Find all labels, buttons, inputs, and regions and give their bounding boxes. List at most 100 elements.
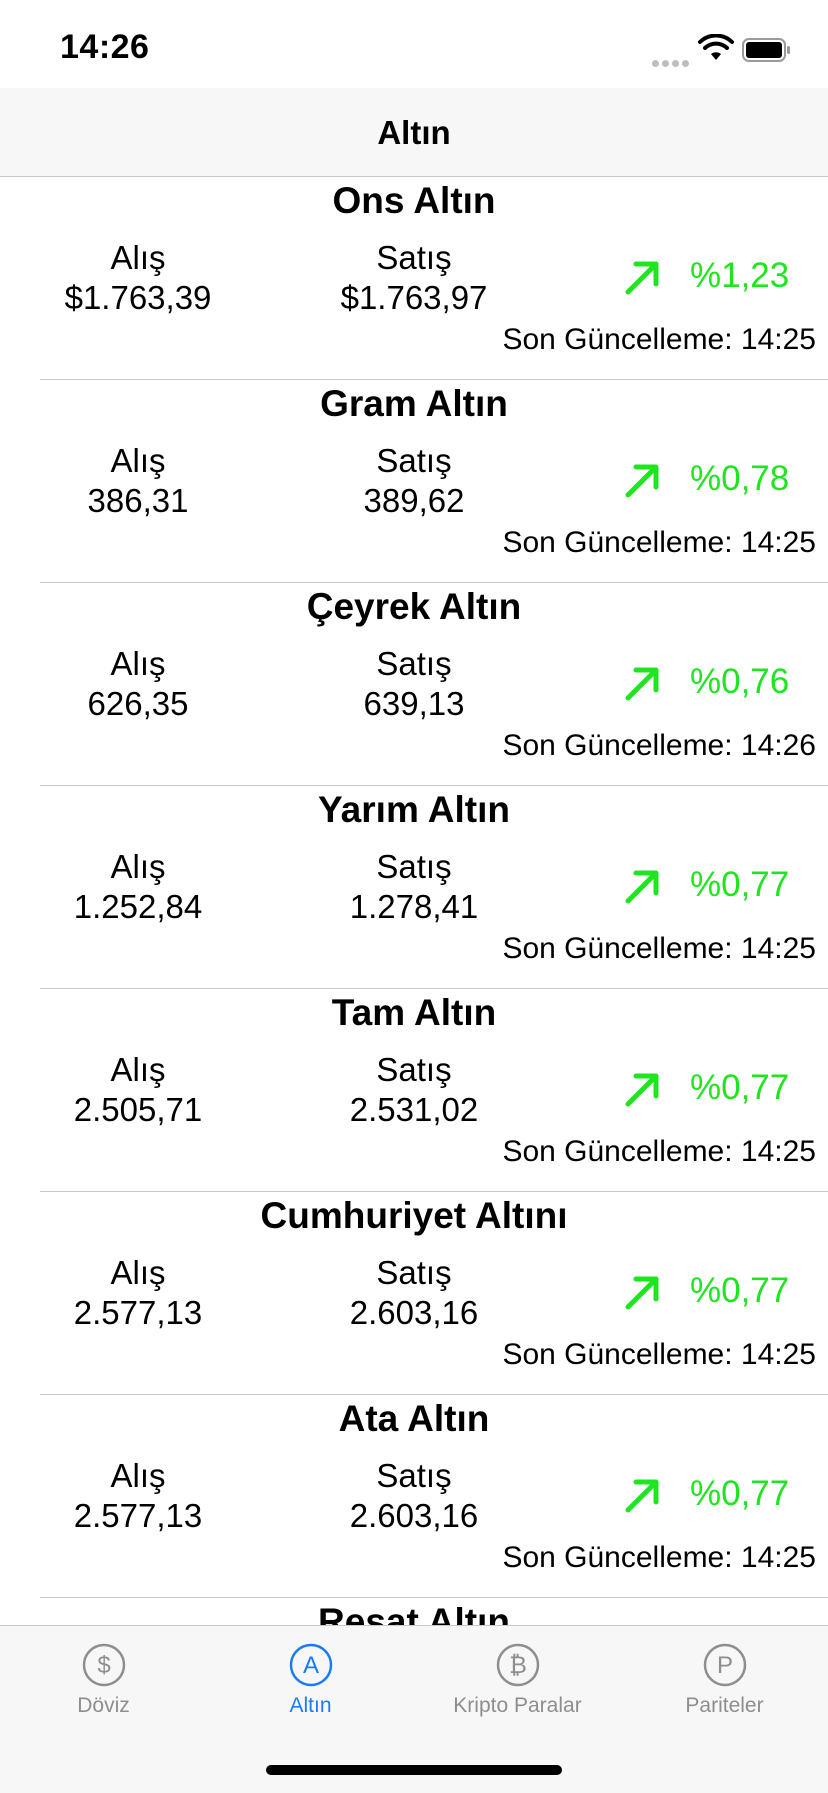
last-updated: Son Güncelleme: 14:25 (502, 932, 816, 965)
sell-value: 2.603,16 (349, 1294, 479, 1331)
battery-icon (742, 38, 790, 62)
tab-kripto-paralar[interactable]: ₿ Kripto Paralar (414, 1642, 621, 1718)
change-percent: %0,77 (690, 1068, 790, 1107)
parity-p-icon: P (703, 1643, 746, 1687)
sell-column: Satış $1.763,97 (316, 238, 512, 318)
change-percent: %0,77 (690, 1474, 790, 1513)
wifi-icon (698, 34, 734, 60)
trend-up-icon (625, 1276, 659, 1310)
buy-label: Alış (110, 848, 166, 885)
list-item[interactable]: Cumhuriyet Altını Alış 2.577,13 Satış 2.… (0, 1192, 828, 1395)
list-item[interactable]: Ata Altın Alış 2.577,13 Satış 2.603,16 %… (0, 1395, 828, 1598)
buy-column: Alış 2.505,71 (40, 1050, 236, 1130)
sell-label: Satış (376, 442, 452, 479)
buy-column: Alış 386,31 (40, 441, 236, 521)
change-percent: %0,77 (690, 1271, 790, 1310)
sell-label: Satış (376, 645, 452, 682)
item-title: Reşat Altın (318, 1601, 510, 1625)
tab-doviz[interactable]: $ Döviz (0, 1642, 207, 1718)
list-item[interactable]: Yarım Altın Alış 1.252,84 Satış 1.278,41… (0, 786, 828, 989)
change-percent: %0,76 (690, 662, 790, 701)
sell-label: Satış (376, 239, 452, 276)
buy-value: 2.505,71 (73, 1091, 203, 1128)
svg-text:A: A (302, 1652, 318, 1679)
sell-column: Satış 2.531,02 (316, 1050, 512, 1130)
last-updated: Son Güncelleme: 14:25 (502, 323, 816, 356)
sell-label: Satış (376, 1051, 452, 1088)
buy-value: 386,31 (87, 482, 189, 519)
item-title: Çeyrek Altın (306, 586, 522, 627)
trend-up-icon (625, 1073, 659, 1107)
sell-column: Satış 2.603,16 (316, 1456, 512, 1536)
change-percent: %0,78 (690, 459, 790, 498)
buy-value: 626,35 (87, 685, 189, 722)
item-title: Ata Altın (338, 1398, 490, 1439)
item-title: Gram Altın (320, 383, 508, 424)
trend-up-icon (625, 1479, 659, 1513)
tab-label: Altın (289, 1694, 332, 1717)
trend-up-icon (625, 870, 659, 904)
status-time: 14:26 (60, 28, 150, 66)
list-item[interactable]: Çeyrek Altın Alış 626,35 Satış 639,13 %0… (0, 583, 828, 786)
buy-column: Alış 2.577,13 (40, 1253, 236, 1333)
trend-up-icon (625, 261, 659, 295)
item-title: Yarım Altın (318, 789, 510, 830)
buy-column: Alış 2.577,13 (40, 1456, 236, 1536)
sell-value: 2.531,02 (349, 1091, 479, 1128)
last-updated: Son Güncelleme: 14:25 (502, 1541, 816, 1574)
buy-value: 1.252,84 (73, 888, 203, 925)
buy-value: $1.763,39 (64, 279, 212, 316)
home-indicator[interactable] (266, 1765, 562, 1775)
buy-value: 2.577,13 (73, 1294, 203, 1331)
cellular-signal-icon (652, 54, 692, 72)
tab-pariteler[interactable]: P Pariteler (621, 1642, 828, 1718)
sell-column: Satış 639,13 (316, 644, 512, 724)
sell-column: Satış 2.603,16 (316, 1253, 512, 1333)
buy-column: Alış 626,35 (40, 644, 236, 724)
list-item[interactable]: Ons Altın Alış $1.763,39 Satış $1.763,97… (0, 177, 828, 380)
svg-text:P: P (716, 1652, 732, 1679)
navigation-bar: Altın (0, 88, 828, 177)
sell-value: 389,62 (363, 482, 465, 519)
tab-label: Pariteler (685, 1694, 764, 1717)
item-title: Cumhuriyet Altını (260, 1195, 568, 1236)
buy-label: Alış (110, 1457, 166, 1494)
dollar-icon: $ (82, 1643, 125, 1687)
trend-up-icon (625, 464, 659, 498)
list-item[interactable]: Tam Altın Alış 2.505,71 Satış 2.531,02 %… (0, 989, 828, 1192)
tab-label: Döviz (77, 1694, 130, 1717)
list-item[interactable]: Gram Altın Alış 386,31 Satış 389,62 %0,7… (0, 380, 828, 583)
last-updated: Son Güncelleme: 14:25 (502, 1135, 816, 1168)
item-title: Ons Altın (332, 180, 496, 221)
last-updated: Son Güncelleme: 14:25 (502, 1338, 816, 1371)
sell-value: $1.763,97 (340, 279, 488, 316)
sell-column: Satış 389,62 (316, 441, 512, 521)
sell-value: 2.603,16 (349, 1497, 479, 1534)
buy-label: Alış (110, 239, 166, 276)
last-updated: Son Güncelleme: 14:25 (502, 526, 816, 559)
buy-label: Alış (110, 645, 166, 682)
sell-value: 639,13 (363, 685, 465, 722)
list-item[interactable]: Reşat Altın (0, 1598, 828, 1625)
change-percent: %0,77 (690, 865, 790, 904)
buy-label: Alış (110, 442, 166, 479)
tab-altin[interactable]: A Altın (207, 1642, 414, 1718)
status-bar: 14:26 (0, 0, 828, 88)
change-percent: %1,23 (690, 256, 790, 295)
buy-label: Alış (110, 1051, 166, 1088)
svg-text:$: $ (97, 1652, 110, 1679)
svg-text:₿: ₿ (509, 1651, 527, 1679)
buy-label: Alış (110, 1254, 166, 1291)
sell-label: Satış (376, 1254, 452, 1291)
gold-price-list[interactable]: Ons Altın Alış $1.763,39 Satış $1.763,97… (0, 177, 828, 1625)
buy-column: Alış $1.763,39 (40, 238, 236, 318)
sell-value: 1.278,41 (349, 888, 479, 925)
tab-label: Kripto Paralar (453, 1694, 582, 1717)
sell-label: Satış (376, 848, 452, 885)
buy-value: 2.577,13 (73, 1497, 203, 1534)
last-updated: Son Güncelleme: 14:26 (502, 729, 816, 762)
item-title: Tam Altın (331, 992, 497, 1033)
bitcoin-icon: ₿ (496, 1643, 539, 1687)
gold-a-icon: A (289, 1643, 332, 1687)
buy-column: Alış 1.252,84 (40, 847, 236, 927)
